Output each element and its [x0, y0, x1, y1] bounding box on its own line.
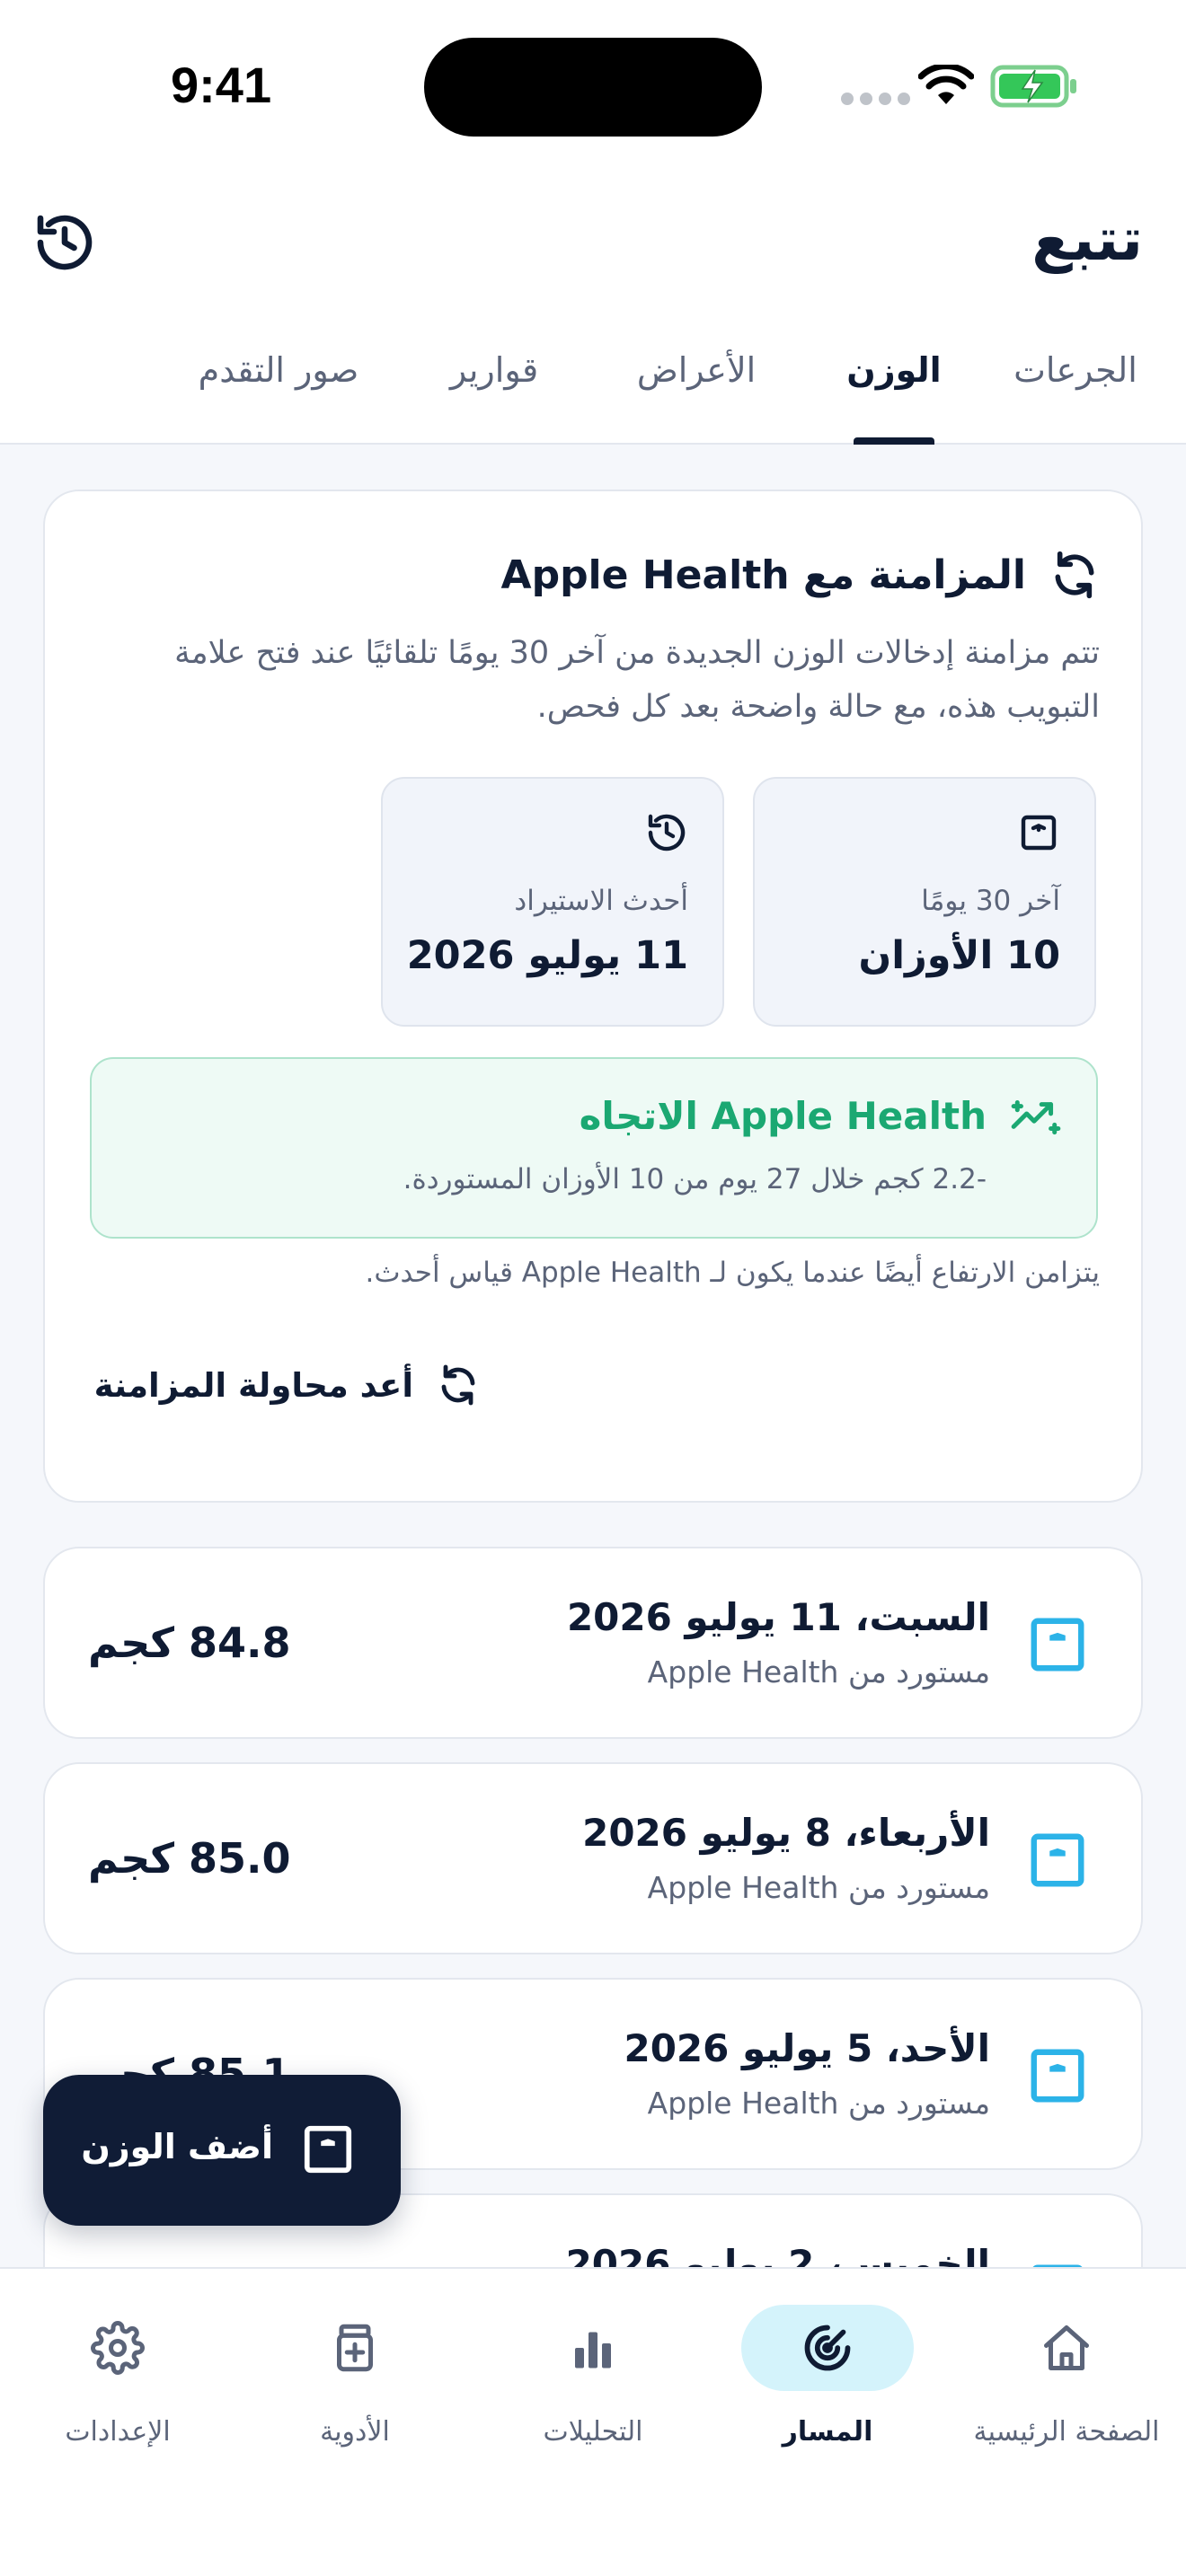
stat-value: 10 الأوزان: [858, 933, 1061, 978]
sync-icon: [1055, 551, 1094, 599]
retry-sync-label: أعد محاولة المزامنة: [93, 1365, 413, 1405]
history-icon: [37, 215, 93, 270]
weight-entry-source: مستورد من Apple Health: [647, 1654, 990, 1689]
apple-health-sync-card: المزامنة مع Apple Health تتم مزامنة إدخا…: [43, 490, 1143, 1503]
sync-title-row: المزامنة مع Apple Health: [501, 543, 1100, 606]
nav-label: التحليلات: [543, 2416, 643, 2448]
tab-label: صور التقدم: [198, 350, 359, 390]
nav-label: الصفحة الرئيسية: [973, 2416, 1160, 2448]
scale-icon: [1031, 1618, 1084, 1672]
tab-label: الوزن: [846, 350, 942, 390]
tab-weight[interactable]: الوزن: [836, 350, 952, 445]
sync-icon: [441, 1364, 475, 1406]
sync-description: تتم مزامنة إدخالات الوزن الجديدة من آخر …: [174, 635, 1100, 725]
tab-progress-photos[interactable]: صور التقدم: [180, 350, 377, 445]
trend-subtitle: -2.2 كجم خلال 27 يوم من 10 الأوزان المست…: [403, 1163, 987, 1195]
bar-chart-icon: [575, 2332, 611, 2369]
add-weight-label: أضف الوزن: [81, 2127, 273, 2166]
scale-icon: [1031, 2049, 1084, 2103]
dynamic-island: [424, 38, 762, 137]
trend-icon: [1011, 1100, 1061, 1135]
scale-icon: [1021, 815, 1057, 851]
status-time: 9:41: [171, 57, 272, 113]
home-icon: [1044, 2325, 1089, 2370]
add-weight-button[interactable]: أضف الوزن: [43, 2075, 401, 2226]
nav-track[interactable]: المسار: [715, 2305, 940, 2484]
retry-sync-button[interactable]: أعد محاولة المزامنة: [94, 1354, 480, 1416]
target-icon: [804, 2325, 851, 2371]
battery-charging-icon: [990, 65, 1076, 108]
stat-label: آخر 30 يومًا: [921, 885, 1060, 917]
history-icon: [648, 814, 686, 851]
scale-icon: [304, 2125, 352, 2174]
scale-icon: [1031, 1833, 1084, 1887]
weight-entry-date: الأربعاء، 8 يوليو 2026: [582, 1811, 990, 1855]
gear-icon: [91, 2321, 145, 2375]
stat-label: أحدث الاستيراد: [514, 885, 688, 917]
wifi-icon: [918, 65, 974, 104]
page-title: تتبع: [1031, 205, 1143, 274]
tab-vials[interactable]: قوارير: [431, 350, 557, 445]
weight-entry-source: مستورد من Apple Health: [647, 2086, 990, 2121]
sync-note: يتزامن الارتفاع أيضًا عندما يكون لـ Appl…: [365, 1257, 1100, 1289]
weight-entry-row[interactable]: السبت، 11 يوليو 2026 مستورد من Apple Hea…: [43, 1547, 1143, 1739]
bottom-navigation: الصفحة الرئيسية المسار التحليلات الأدوية: [0, 2267, 1186, 2576]
weight-entry-date: السبت، 11 يوليو 2026: [566, 1595, 990, 1639]
weight-entry-row[interactable]: الأربعاء، 8 يوليو 2026 مستورد من Apple H…: [43, 1762, 1143, 1954]
nav-medicines[interactable]: الأدوية: [243, 2305, 467, 2484]
cellular-signal-icon: [841, 92, 916, 109]
status-bar: 9:41: [0, 0, 1186, 171]
sync-title: المزامنة مع Apple Health: [500, 551, 1026, 598]
weight-entry-date: الأحد، 5 يوليو 2026: [624, 2026, 990, 2070]
tab-label: قوارير: [449, 350, 539, 390]
header: تتبع الجرعات الوزن الأعراض قوارير صور ال…: [0, 171, 1186, 445]
status-icons: [836, 61, 1087, 111]
tab-bar: الجرعات الوزن الأعراض قوارير صور التقدم: [0, 350, 1186, 445]
active-tab-indicator: [854, 437, 934, 445]
stat-last-30-days: آخر 30 يومًا 10 الأوزان: [753, 777, 1096, 1027]
tab-symptoms[interactable]: الأعراض: [620, 350, 773, 445]
tab-doses[interactable]: الجرعات: [1008, 350, 1143, 445]
nav-label: الأدوية: [320, 2416, 390, 2448]
trend-title: Apple Health الاتجاه: [579, 1093, 987, 1138]
history-button[interactable]: [32, 210, 97, 275]
tab-label: الأعراض: [636, 350, 757, 390]
weight-entry-value: 85.0 كجم: [88, 1834, 291, 1883]
trend-title-row: Apple Health الاتجاه: [580, 1093, 1062, 1138]
stat-value: 11 يوليو 2026: [406, 933, 688, 978]
nav-settings[interactable]: الإعدادات: [5, 2305, 230, 2484]
trend-box: Apple Health الاتجاه -2.2 كجم خلال 27 يو…: [90, 1057, 1098, 1239]
weight-entry-value: 84.8 كجم: [88, 1619, 291, 1667]
nav-analytics[interactable]: التحليلات: [481, 2305, 705, 2484]
nav-label: المسار: [782, 2416, 873, 2448]
nav-home[interactable]: الصفحة الرئيسية: [954, 2305, 1179, 2484]
stat-latest-import: أحدث الاستيراد 11 يوليو 2026: [381, 777, 724, 1027]
tab-label: الجرعات: [1013, 350, 1137, 390]
weight-entry-source: مستورد من Apple Health: [647, 1870, 990, 1905]
medicine-icon: [337, 2324, 373, 2372]
nav-label: الإعدادات: [65, 2416, 171, 2448]
